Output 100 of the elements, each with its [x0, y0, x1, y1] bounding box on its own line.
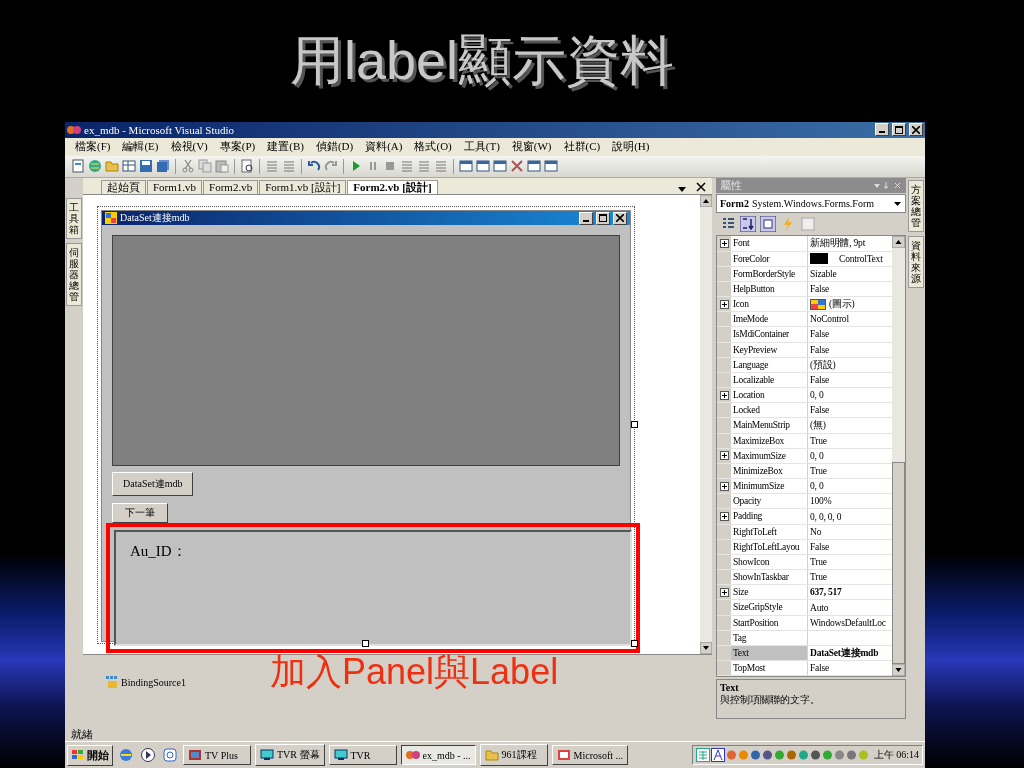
property-name[interactable]: ImeMode [731, 312, 808, 327]
property-value[interactable]: DataSet連接mdb [810, 646, 879, 661]
property-value[interactable]: True [810, 464, 827, 478]
property-name[interactable]: ShowInTaskbar [731, 570, 808, 585]
taskbar-button[interactable]: 961課程 [479, 744, 548, 767]
property-value[interactable]: False [810, 327, 830, 342]
document-tab[interactable]: Form2.vb [設計] [347, 180, 438, 195]
menu-item[interactable]: 格式(O) [414, 139, 452, 155]
tray-icon[interactable] [761, 749, 773, 762]
properties-icon[interactable] [760, 216, 776, 233]
property-name[interactable]: SizeGripStyle [731, 600, 808, 615]
scroll-down-icon[interactable] [700, 642, 712, 655]
component-name[interactable]: BindingSource1 [121, 676, 186, 688]
tray-icon[interactable] [749, 749, 761, 762]
property-name[interactable]: ShowIcon [731, 554, 808, 570]
property-value[interactable]: (圖示) [829, 297, 855, 312]
property-value[interactable]: WindowsDefaultLoc [810, 615, 886, 630]
save-icon[interactable] [139, 159, 153, 174]
object-selector[interactable]: Form2 System.Windows.Forms.Form [716, 194, 906, 214]
close-button[interactable] [613, 211, 627, 225]
document-tab[interactable]: Form1.vb [147, 180, 203, 195]
maximize-button[interactable] [892, 123, 906, 137]
maximize-button[interactable] [596, 211, 610, 225]
property-value[interactable]: False [810, 539, 830, 554]
menu-item[interactable]: 檔案(F) [75, 139, 111, 155]
property-value[interactable]: Sizable [810, 266, 837, 281]
property-name[interactable]: ForeColor [731, 251, 808, 266]
property-name[interactable]: FormBorderStyle [731, 266, 808, 281]
resize-handle[interactable] [631, 421, 638, 429]
sort-az-icon[interactable] [740, 216, 756, 233]
menu-item[interactable]: 檢視(V) [170, 139, 208, 155]
property-value[interactable]: Auto [810, 600, 829, 615]
minimize-button[interactable] [875, 123, 889, 137]
menu-item[interactable]: 工具(T) [463, 139, 500, 155]
resize-handle[interactable] [631, 640, 638, 648]
window-icon[interactable] [544, 159, 558, 174]
window-icon[interactable] [527, 159, 541, 174]
menu-item[interactable]: 偵錯(D) [315, 139, 354, 155]
property-name[interactable]: HelpButton [731, 281, 808, 296]
menu-item[interactable]: 說明(H) [612, 139, 650, 155]
globe-icon[interactable] [88, 159, 102, 174]
document-tab[interactable]: 起始頁 [101, 180, 146, 195]
side-tab[interactable]: 伺服器總管 [66, 243, 82, 307]
minimize-button[interactable] [579, 211, 593, 225]
property-value[interactable]: False [810, 403, 830, 418]
property-value[interactable]: 0, 0 [810, 479, 824, 494]
scissors-icon[interactable] [181, 159, 195, 174]
close-button[interactable] [909, 123, 923, 137]
window-icon[interactable] [459, 159, 473, 174]
close-icon[interactable] [696, 182, 706, 193]
property-name[interactable]: Location [731, 388, 808, 403]
side-tab[interactable]: 工具箱 [66, 198, 82, 240]
property-value[interactable]: 637, 517 [810, 585, 842, 600]
window-icon[interactable] [493, 159, 507, 174]
property-value[interactable]: False [810, 661, 830, 676]
taskbar-button[interactable]: Microsoft ... [551, 745, 628, 766]
tray-icon[interactable] [785, 749, 797, 762]
side-tab[interactable]: 資料來源 [907, 236, 924, 289]
dropdown-arrow-icon[interactable] [893, 199, 902, 209]
input-mode-icon[interactable] [710, 748, 725, 763]
property-name[interactable]: IsMdiContainer [731, 327, 808, 342]
menu-item[interactable]: 社群(C) [563, 139, 601, 155]
globe-icon[interactable] [118, 747, 134, 764]
input-method-icon[interactable] [695, 748, 710, 763]
property-name[interactable]: RightToLeft [731, 524, 808, 539]
scrollbar[interactable] [700, 195, 712, 655]
property-name[interactable]: Localizable [731, 372, 808, 388]
property-value[interactable]: No [810, 524, 822, 539]
property-value[interactable]: (預設) [810, 357, 836, 372]
side-tab[interactable]: 方案總管 [907, 180, 924, 233]
menu-item[interactable]: 資料(A) [365, 139, 403, 155]
find-icon[interactable] [240, 159, 254, 174]
form-button[interactable]: DataSet連mdb [112, 472, 194, 497]
property-name[interactable]: Language [731, 357, 808, 372]
property-name[interactable]: TopMost [731, 661, 808, 676]
scroll-down-icon[interactable] [892, 664, 905, 677]
menu-item[interactable]: 編輯(E) [122, 139, 159, 155]
tools-icon[interactable] [510, 159, 524, 174]
start-button[interactable]: 開始 [67, 744, 113, 766]
property-name[interactable]: MaximizeBox [731, 433, 808, 448]
property-value[interactable]: 0, 0 [810, 448, 824, 463]
taskbar-button[interactable]: ex_mdb - ... [400, 745, 476, 766]
property-value[interactable]: False [810, 372, 830, 387]
property-value[interactable]: NoControl [810, 312, 849, 327]
property-value[interactable]: False [810, 342, 830, 357]
page-icon[interactable] [71, 159, 85, 174]
property-name[interactable]: MaximumSize [731, 448, 808, 463]
taskbar-button[interactable]: TVR [328, 745, 397, 766]
desktop-icon[interactable] [162, 747, 178, 764]
property-name[interactable]: Icon [731, 297, 808, 312]
resize-handle[interactable] [362, 640, 369, 648]
property-name[interactable]: RightToLeftLayou [731, 539, 808, 554]
window-icon[interactable] [476, 159, 490, 174]
scroll-up-icon[interactable] [700, 195, 712, 208]
property-value[interactable]: False [810, 281, 830, 296]
property-name[interactable]: Locked [731, 403, 808, 418]
property-name[interactable]: Size [731, 585, 808, 600]
property-value[interactable]: ControlText [839, 251, 883, 266]
taskbar-button[interactable]: TV Plus [183, 745, 251, 766]
property-name[interactable]: Font [731, 236, 808, 251]
